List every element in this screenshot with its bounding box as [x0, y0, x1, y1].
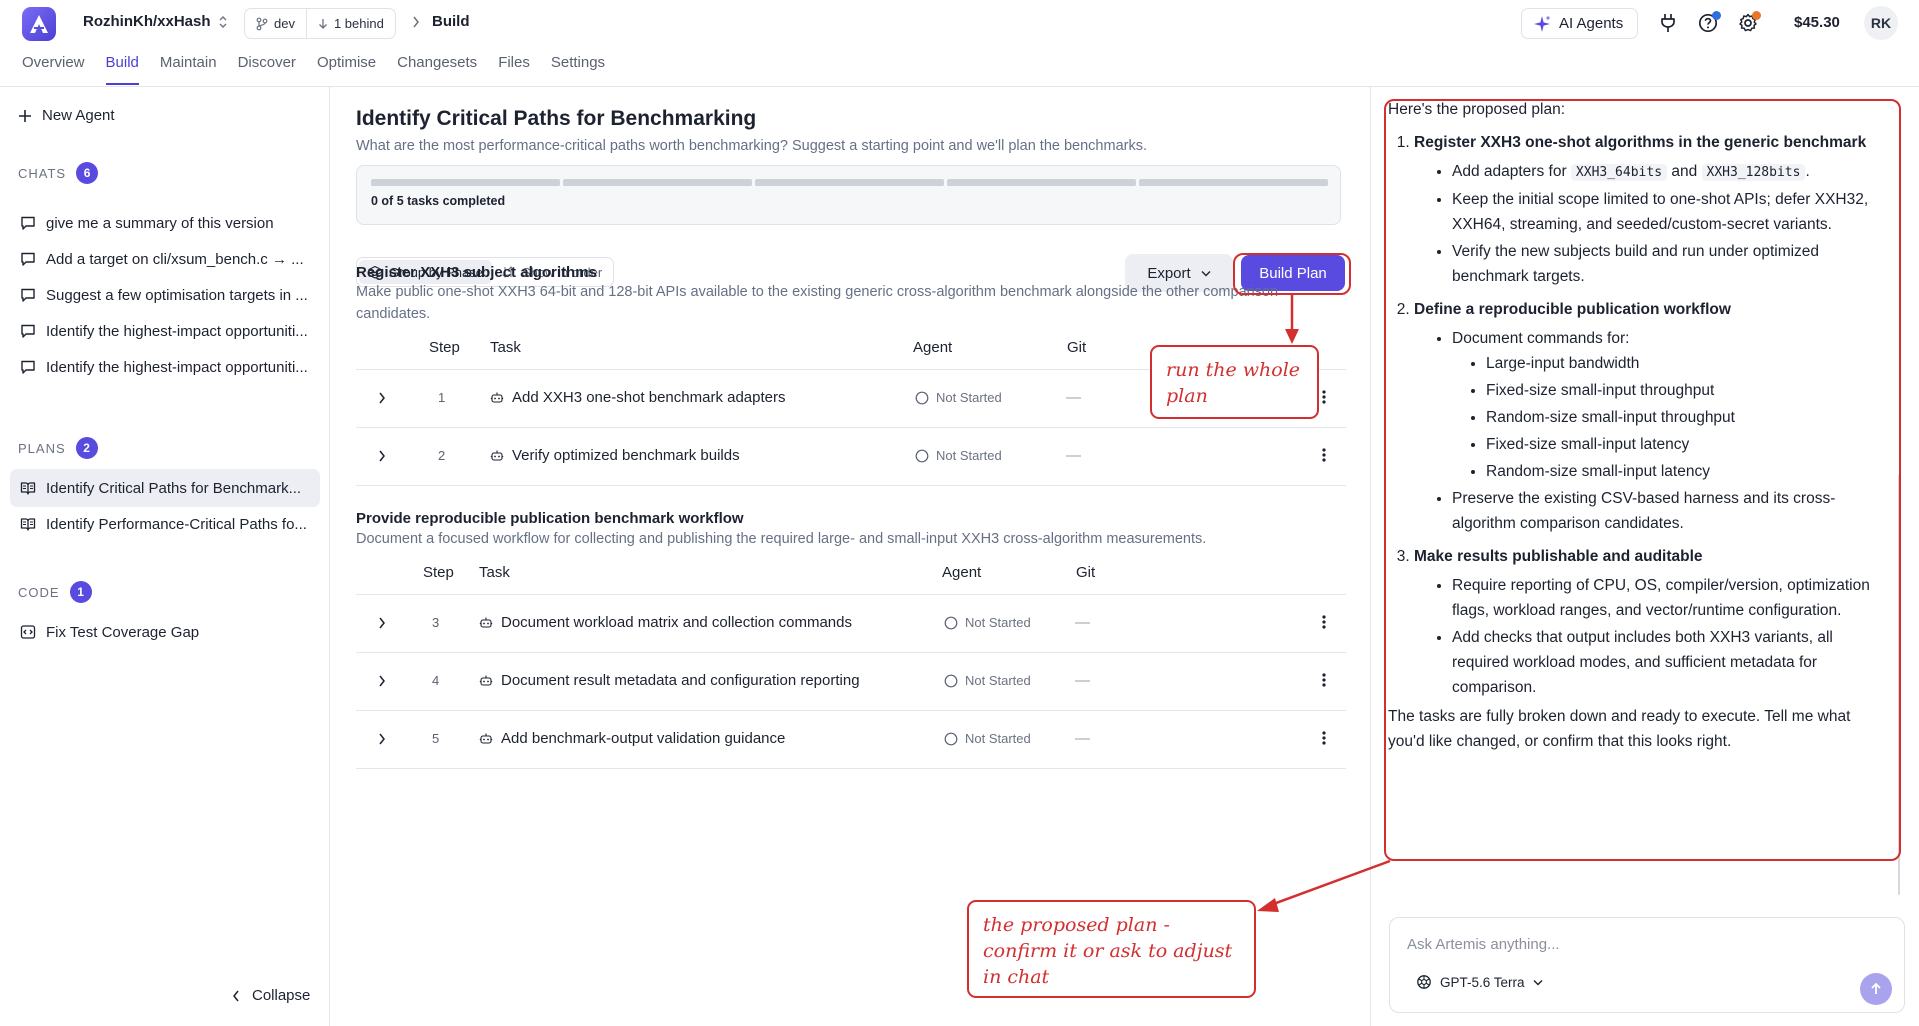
annotation-chat-note: the proposed plan - confirm it or ask to… [967, 900, 1256, 998]
annotation-build-note: run the whole plan [1150, 345, 1319, 419]
annotation-arrows [1257, 295, 1391, 912]
arrow-to-note-1 [1285, 295, 1299, 344]
arrow-to-note-2 [1257, 859, 1391, 912]
